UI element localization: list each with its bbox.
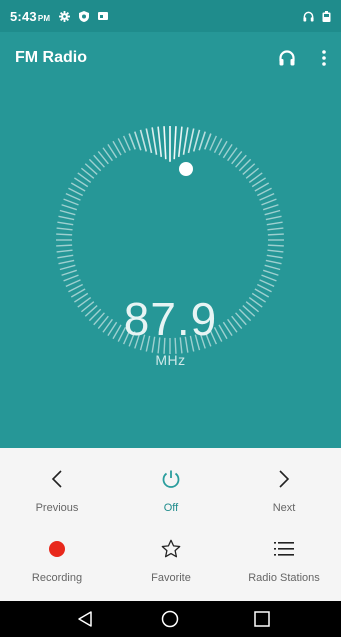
power-label: Off [163,502,179,514]
radio-stations-button[interactable]: Radio Stations [227,534,341,584]
dial-tick [65,192,81,201]
recording-label: Recording [31,572,83,584]
headphones-icon[interactable] [278,49,296,67]
dial-tick [56,249,73,253]
dial-tick [198,131,206,151]
dial-tick [257,283,272,293]
dial-tick [61,204,78,211]
dial-tick [57,254,74,259]
shield-icon [79,10,90,22]
dial-tick [122,135,131,151]
star-icon [161,539,181,558]
dial-tick [266,254,283,259]
dial-tick [68,283,83,293]
status-bar: 5:43PM [0,0,341,32]
dial-tick [57,221,74,226]
list-icon [274,542,294,556]
battery-icon [322,10,331,22]
dial-tick [59,209,76,216]
dial-tick [68,187,83,197]
dial-tick [61,269,78,276]
dial-tick [187,128,195,154]
dial-tick [267,249,284,253]
power-icon [162,470,180,488]
dial-tick [192,129,201,152]
dial-tick [267,227,284,231]
frequency-unit: MHz [155,352,186,368]
previous-button[interactable]: Previous [0,464,114,514]
app-bar: FM Radio [0,32,341,84]
controls-panel: Previous Off Next Recording Favorite Rad… [0,448,341,601]
dial-tick [134,131,142,151]
power-button[interactable]: Off [114,464,228,514]
frequency-readout: 87.9 [123,293,218,345]
dial-tick [58,215,75,221]
card-icon [98,12,109,20]
dial-tick [56,244,73,247]
status-time: 5:43PM [10,8,51,24]
next-button[interactable]: Next [227,464,341,514]
dial-tick [117,138,127,153]
dial-knob[interactable] [179,162,193,176]
app-title: FM Radio [15,49,87,66]
chevron-right-icon [279,470,290,488]
frequency-dial[interactable] [0,84,341,448]
previous-label: Previous [35,502,79,514]
dial-tick [151,127,158,155]
dial-tick [266,221,283,226]
tuner-panel: 87.9 MHz [0,84,341,448]
dial-tick [58,259,75,265]
recents-icon[interactable] [253,610,271,628]
dial-tick [56,227,73,231]
home-icon[interactable] [161,610,179,628]
dial-tick [56,233,73,236]
dial-tick [262,204,279,211]
dial-tick [267,244,284,247]
favorite-label: Favorite [151,572,191,584]
dial-tick [257,187,272,197]
dial-tick [63,198,79,206]
dial-tick [204,133,212,150]
dial-tick [145,128,153,154]
headset-status-icon [303,11,314,22]
dial-tick [259,192,275,201]
dial-tick [173,126,177,160]
dial-tick [265,215,282,221]
dial-tick [262,269,279,276]
dial-tick [157,126,163,157]
dial-tick [177,126,183,157]
dial-tick [259,279,275,288]
dial-tick [63,274,79,282]
dial-tick [182,127,189,155]
chevron-left-icon [51,470,62,488]
dial-tick [261,198,277,206]
dial-tick [264,209,281,216]
dial-tick [59,264,76,271]
nav-bar [0,601,341,637]
dial-tick [65,279,81,288]
dial-tick [264,264,281,271]
settings-icon [59,10,71,22]
dial-tick [213,138,223,153]
dial-tick [128,133,136,150]
dial-tick [209,135,218,151]
record-icon [49,541,65,557]
radio-stations-label: Radio Stations [248,572,320,584]
status-ampm: PM [37,13,51,23]
dial-tick [265,259,282,265]
dial-tick [163,126,167,160]
back-icon[interactable] [76,610,94,628]
more-vert-icon[interactable] [322,50,326,66]
dial-tick [139,129,148,152]
favorite-button[interactable]: Favorite [114,534,228,584]
dial-tick [261,274,277,282]
dial-tick [267,233,284,236]
recording-button[interactable]: Recording [0,534,114,584]
next-label: Next [272,502,296,514]
